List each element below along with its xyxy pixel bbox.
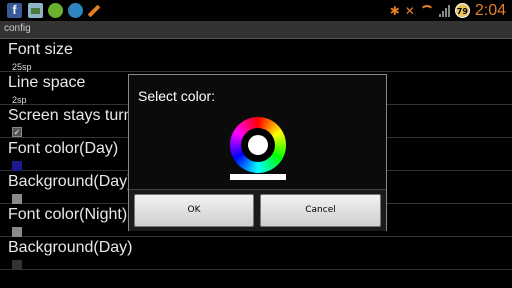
status-right: ✱ ✕ 79 2:04 xyxy=(390,0,506,21)
evernote-icon xyxy=(48,3,63,18)
color-picker-dialog: Select color: OK Cancel xyxy=(128,74,387,231)
ok-button[interactable]: OK xyxy=(134,194,254,227)
setting-label: Font color(Night) xyxy=(8,206,128,223)
title-bar: config xyxy=(0,21,512,39)
status-bar: f ✱ ✕ 79 2:04 xyxy=(0,0,512,21)
gallery-icon xyxy=(28,3,43,18)
setting-value: 25sp xyxy=(12,62,32,72)
color-swatch xyxy=(12,227,22,237)
battery-icon: 79 xyxy=(454,3,470,18)
setting-background-day-2[interactable]: Background(Day) xyxy=(0,237,512,270)
wifi-icon xyxy=(419,5,434,16)
clock: 2:04 xyxy=(474,1,506,19)
setting-label: Background(Day) xyxy=(8,173,133,190)
dialog-button-bar: OK Cancel xyxy=(129,189,386,231)
setting-font-size[interactable]: Font size 25sp xyxy=(0,39,512,72)
sync-icon xyxy=(68,3,83,18)
pencil-icon xyxy=(87,4,101,18)
setting-label: Line space xyxy=(8,74,86,91)
setting-label: Background(Day) xyxy=(8,239,133,256)
signal-icon xyxy=(438,4,450,17)
screen-on-checkbox[interactable]: ✓ xyxy=(12,127,22,137)
facebook-icon: f xyxy=(7,3,22,18)
page-title: config xyxy=(4,23,31,34)
color-swatch xyxy=(12,161,22,171)
setting-label: Font size xyxy=(8,41,73,58)
color-swatch xyxy=(12,194,22,204)
brightness-slider[interactable] xyxy=(230,174,286,180)
cancel-button[interactable]: Cancel xyxy=(260,194,381,227)
bluetooth-icon: ✱ xyxy=(389,3,400,18)
setting-label: Font color(Day) xyxy=(8,140,119,157)
selected-color-preview xyxy=(248,135,268,155)
mute-icon: ✕ xyxy=(404,3,415,18)
setting-value: 2sp xyxy=(12,95,27,105)
dialog-title: Select color: xyxy=(138,88,216,104)
color-swatch xyxy=(12,260,22,270)
color-wheel[interactable] xyxy=(230,117,286,173)
